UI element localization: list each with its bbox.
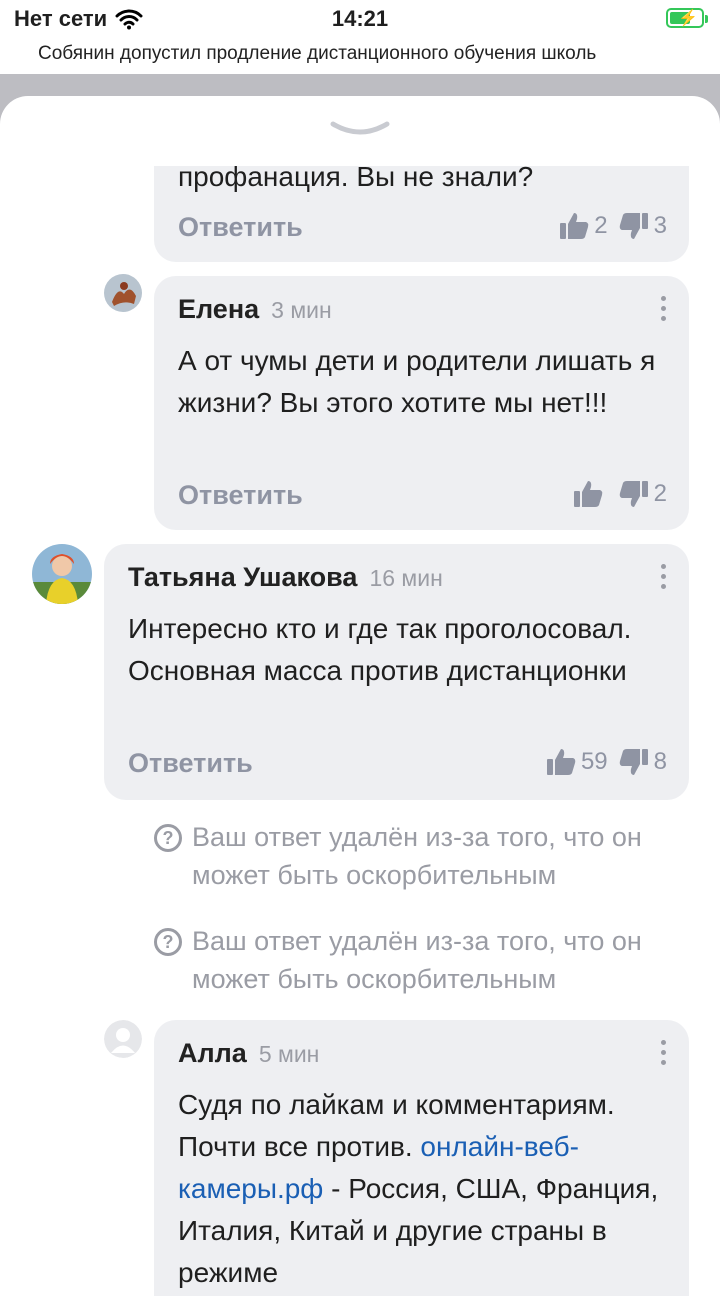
comment-header: Алла 5 мин [178, 1038, 319, 1069]
article-title[interactable]: Собянин допустил продление дистанционног… [0, 40, 720, 74]
thumbs-up-icon [573, 481, 602, 507]
thumbs-down-icon [619, 481, 648, 507]
sheet-handle-chevron-icon[interactable] [330, 120, 390, 138]
votes: 2 [572, 478, 667, 510]
dislike-count: 3 [653, 212, 667, 239]
comment-text: А от чумы дети и родители лишать я жизни… [178, 345, 656, 418]
comment-card: Татьяна Ушакова 16 мин Интересно кто и г… [104, 544, 689, 800]
comment-time: 16 мин [369, 565, 443, 591]
like-count: 2 [594, 212, 608, 239]
clock: 14:21 [331, 6, 389, 31]
reply-button[interactable]: Ответить [178, 480, 303, 511]
deleted-notice-text: Ваш ответ удалён из-за того, что он може… [192, 926, 642, 994]
dislike-count: 2 [653, 480, 667, 507]
votes: 2 3 [558, 210, 667, 242]
comment-author[interactable]: Алла [178, 1038, 247, 1069]
comment-text: профанация. Вы не знали? [178, 166, 534, 192]
thumbs-down-icon [619, 749, 648, 775]
more-vertical-icon[interactable] [659, 564, 667, 589]
comment-card: Алла 5 мин Судя по лайкам и комментариям… [154, 1020, 689, 1296]
question-circle-icon: ? [154, 928, 182, 956]
battery-charging-icon: ⚡ [666, 8, 708, 28]
comment-time: 3 мин [271, 297, 332, 323]
reply-button[interactable]: Ответить [128, 748, 253, 779]
comments-sheet: профанация. Вы не знали? Ответить 2 3 Ел… [0, 96, 720, 1296]
deleted-notice-text: Ваш ответ удалён из-за того, что он може… [192, 822, 642, 890]
deleted-reply-notice: ? Ваш ответ удалён из-за того, что он мо… [154, 818, 674, 894]
votes: 59 8 [545, 746, 667, 778]
more-vertical-icon[interactable] [659, 296, 667, 321]
comment-card: профанация. Вы не знали? Ответить 2 3 [154, 166, 689, 262]
like-button[interactable]: 2 [558, 210, 608, 242]
like-button[interactable]: 59 [545, 746, 608, 778]
deleted-reply-notice: ? Ваш ответ удалён из-за того, что он мо… [154, 922, 674, 998]
avatar[interactable] [104, 274, 142, 312]
thumbs-down-icon [619, 213, 648, 239]
comment-author[interactable]: Татьяна Ушакова [128, 562, 357, 593]
question-circle-icon: ? [154, 824, 182, 852]
comment-card: Елена 3 мин А от чумы дети и родители ли… [154, 276, 689, 530]
dislike-button[interactable]: 2 [618, 478, 667, 510]
avatar[interactable] [104, 1020, 142, 1058]
like-count: 59 [580, 748, 608, 775]
avatar[interactable] [32, 544, 92, 604]
reply-button[interactable]: Ответить [178, 212, 303, 243]
comment-time: 5 мин [258, 1041, 320, 1067]
comments-list[interactable]: профанация. Вы не знали? Ответить 2 3 Ел… [0, 166, 720, 1296]
like-button[interactable] [572, 478, 608, 510]
dislike-count: 8 [653, 748, 667, 775]
comment-text: Судя по лайкам и комментариям. Почти все… [178, 1084, 663, 1294]
more-vertical-icon[interactable] [659, 1040, 667, 1065]
comment-text: Интересно кто и где так проголосовал. Ос… [128, 613, 632, 686]
comment-author[interactable]: Елена [178, 294, 259, 325]
status-bar: Нет сети 14:21 ⚡ [0, 0, 720, 40]
thumbs-up-icon [560, 213, 589, 239]
dislike-button[interactable]: 8 [618, 746, 667, 778]
thumbs-up-icon [546, 749, 576, 775]
user-placeholder-icon [104, 1020, 142, 1058]
comment-header: Елена 3 мин [178, 294, 332, 325]
dislike-button[interactable]: 3 [618, 210, 667, 242]
comment-header: Татьяна Ушакова 16 мин [128, 562, 443, 593]
